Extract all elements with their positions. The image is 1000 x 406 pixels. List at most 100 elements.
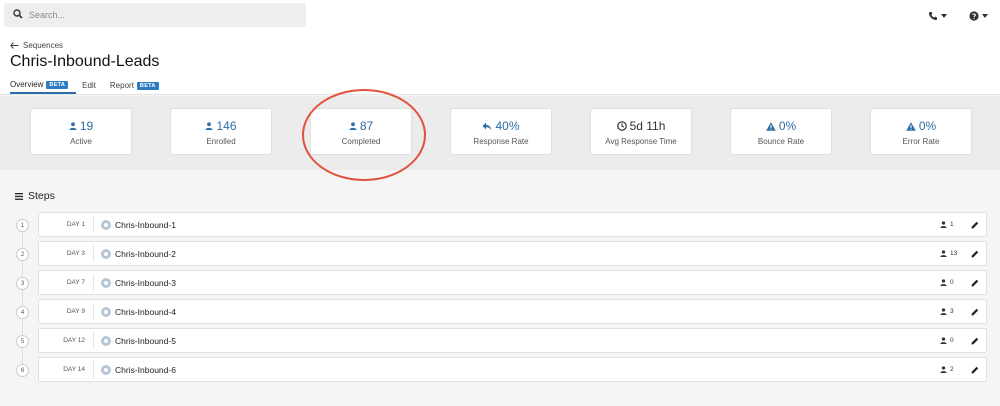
beta-badge: BETA	[136, 81, 159, 90]
phone-icon	[929, 12, 937, 20]
stat-value-row: 146	[171, 119, 271, 133]
stat-card-avg-response-time[interactable]: 5d 11h Avg Response Time	[590, 108, 692, 155]
stat-label: Response Rate	[473, 137, 529, 146]
tab-report[interactable]: Report BETA	[110, 77, 167, 94]
pencil-icon	[971, 308, 979, 315]
tab-label: Edit	[82, 81, 96, 90]
step-day: DAY 3	[66, 250, 85, 257]
step-day: DAY 1	[66, 221, 85, 228]
edit-button[interactable]	[964, 366, 986, 374]
search-icon	[13, 9, 23, 19]
step-number: 2	[16, 248, 29, 261]
edit-button[interactable]	[964, 221, 986, 229]
user-icon	[940, 221, 947, 228]
stat-label: Enrolled	[206, 137, 236, 146]
step-name[interactable]: Chris-Inbound-1	[115, 220, 940, 230]
step-number: 1	[16, 219, 29, 232]
stat-label: Completed	[341, 137, 381, 146]
divider	[93, 274, 94, 291]
step-type-icon	[101, 335, 111, 346]
step-name[interactable]: Chris-Inbound-6	[115, 365, 940, 375]
search-input[interactable]	[29, 6, 299, 24]
help-icon	[969, 11, 979, 21]
user-icon	[940, 308, 947, 315]
stat-value: 40%	[495, 119, 520, 133]
stat-value-row: 0%	[871, 119, 971, 133]
stat-value-row: 87	[311, 119, 411, 133]
step-type-icon	[101, 306, 111, 317]
step-row[interactable]: DAY 7 Chris-Inbound-3 0	[38, 270, 987, 295]
list-icon	[15, 192, 23, 200]
step-row[interactable]: DAY 1 Chris-Inbound-1 1	[38, 212, 987, 237]
step-type-icon	[101, 219, 111, 230]
tab-label: Overview	[10, 80, 44, 89]
stat-value: 19	[79, 119, 94, 133]
edit-button[interactable]	[964, 279, 986, 287]
stat-value: 5d 11h	[629, 119, 666, 133]
stat-card-enrolled[interactable]: 146 Enrolled	[170, 108, 272, 155]
step-day: DAY 9	[66, 308, 85, 315]
phone-menu-button[interactable]	[928, 9, 947, 23]
stat-value-row: 40%	[451, 119, 551, 133]
tab-overview[interactable]: Overview BETA	[10, 77, 77, 94]
stat-card-error-rate[interactable]: 0% Error Rate	[870, 108, 972, 155]
stat-value-row: 0%	[731, 119, 831, 133]
chevron-down-icon	[941, 14, 947, 18]
divider	[93, 332, 94, 349]
step-row[interactable]: DAY 12 Chris-Inbound-5 0	[38, 328, 987, 353]
steps-header: Steps	[15, 190, 55, 202]
divider	[93, 245, 94, 262]
search-box[interactable]	[4, 3, 306, 27]
user-icon	[940, 250, 947, 257]
step-day: DAY 14	[63, 366, 85, 373]
user-icon	[940, 337, 947, 344]
step-count-value: 0	[950, 279, 954, 286]
step-name[interactable]: Chris-Inbound-2	[115, 249, 940, 259]
step-row[interactable]: DAY 14 Chris-Inbound-6 2	[38, 357, 987, 382]
step-row[interactable]: DAY 3 Chris-Inbound-2 13	[38, 241, 987, 266]
stat-card-completed[interactable]: 87 Completed	[310, 108, 412, 155]
pencil-icon	[971, 337, 979, 344]
pencil-icon	[971, 221, 979, 228]
stat-value-row: 19	[31, 119, 131, 133]
stat-card-bounce-rate[interactable]: 0% Bounce Rate	[730, 108, 832, 155]
tab-label: Report	[109, 81, 134, 90]
step-name[interactable]: Chris-Inbound-3	[115, 278, 940, 288]
step-number: 6	[16, 364, 29, 377]
stat-value: 146	[216, 119, 237, 133]
step-type-icon	[101, 248, 111, 259]
help-menu-button[interactable]	[969, 9, 988, 23]
edit-button[interactable]	[964, 250, 986, 258]
tab-edit[interactable]: Edit	[82, 77, 104, 94]
stat-value-row: 5d 11h	[591, 119, 691, 133]
divider	[93, 303, 94, 320]
step-count-value: 13	[950, 250, 958, 257]
reply-icon	[482, 122, 492, 130]
step-name[interactable]: Chris-Inbound-4	[115, 307, 940, 317]
step-count-value: 0	[950, 337, 954, 344]
step-day: DAY 7	[66, 279, 85, 286]
back-link-label[interactable]: Sequences	[23, 41, 63, 50]
step-number: 4	[16, 306, 29, 319]
step-count: 1	[940, 221, 964, 228]
edit-button[interactable]	[964, 337, 986, 345]
steps-title: Steps	[28, 190, 55, 202]
step-type-icon	[101, 364, 111, 375]
back-link[interactable]: Sequences	[10, 41, 63, 50]
user-icon	[205, 122, 213, 130]
clock-icon	[616, 121, 627, 131]
step-row[interactable]: DAY 9 Chris-Inbound-4 3	[38, 299, 987, 324]
stat-card-response-rate[interactable]: 40% Response Rate	[450, 108, 552, 155]
beta-badge: BETA	[46, 80, 69, 89]
pencil-icon	[971, 250, 979, 257]
stat-card-active[interactable]: 19 Active	[30, 108, 132, 155]
step-count: 13	[940, 250, 964, 257]
user-icon	[940, 366, 947, 373]
stat-label: Bounce Rate	[757, 137, 805, 146]
step-count: 2	[940, 366, 964, 373]
step-number: 3	[16, 277, 29, 290]
edit-button[interactable]	[964, 308, 986, 316]
stat-value: 87	[359, 119, 374, 133]
step-name[interactable]: Chris-Inbound-5	[115, 336, 940, 346]
step-count-value: 1	[950, 221, 954, 228]
